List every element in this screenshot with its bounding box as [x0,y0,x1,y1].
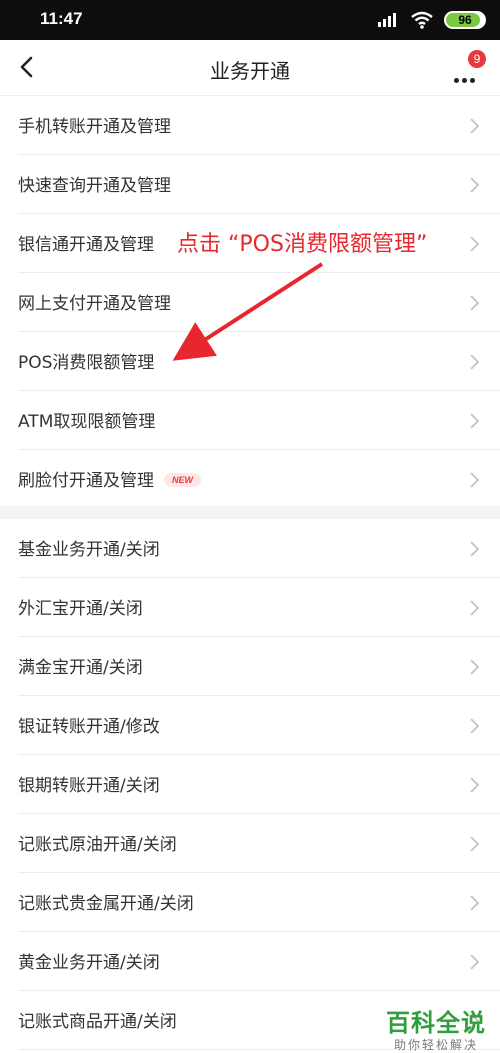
menu-row-label: ATM取现限额管理 [18,407,155,432]
menu-row-text: 刷脸付开通及管理 [18,471,154,491]
menu-row[interactable]: ATM取现限额管理 [18,391,500,450]
menu-row[interactable]: 银证转账开通/修改 [18,696,500,755]
menu-row[interactable]: 黄金业务开通/关闭 [18,932,500,991]
menu-row-label: 手机转账开通及管理 [18,112,171,137]
menu-row-label: POS消费限额管理 [18,348,154,373]
chevron-right-icon [470,895,480,911]
watermark-logo: 百科全说 助你轻松解决 [386,1010,486,1053]
menu-row[interactable]: 基金业务开通/关闭 [18,519,500,578]
status-bar: 11:47 96 [0,0,500,40]
chevron-right-icon [470,718,480,734]
menu-row-text: 记账式原油开通/关闭 [18,835,177,855]
menu-group-1: 手机转账开通及管理 快速查询开通及管理 银信通开通及管理 网上支付开通及管理 POS消费… [0,96,500,509]
chevron-right-icon [470,541,480,557]
annotation-callout: 点击 “POS消费限额管理” [177,232,428,257]
chevron-right-icon [470,413,480,429]
menu-row-label: 银信通开通及管理 [18,230,154,255]
menu-row[interactable]: 满金宝开通/关闭 [18,637,500,696]
status-time: 11:47 [40,9,83,28]
menu-row-label: 记账式原油开通/关闭 [18,830,177,855]
menu-row-label: 银证转账开通/修改 [18,712,160,737]
menu-row[interactable]: 外汇宝开通/关闭 [18,578,500,637]
menu-row-label: 网上支付开通及管理 [18,289,171,314]
new-badge: NEW [164,473,201,487]
menu-row-text: 银期转账开通/关闭 [18,776,160,796]
chevron-right-icon [470,600,480,616]
signal-icon [378,13,396,27]
menu-row-text: 黄金业务开通/关闭 [18,953,160,973]
chevron-right-icon [470,954,480,970]
battery-icon: 96 [444,11,486,29]
menu-row[interactable]: 刷脸付开通及管理 NEW [18,450,500,509]
menu-row-label: 银期转账开通/关闭 [18,771,160,796]
menu-row-text: 银信通开通及管理 [18,235,154,255]
chevron-right-icon [470,177,480,193]
chevron-right-icon [470,777,480,793]
menu-row-text: 手机转账开通及管理 [18,117,171,137]
menu-row-label: 满金宝开通/关闭 [18,653,143,678]
battery-level: 96 [458,13,472,27]
menu-row-text: 外汇宝开通/关闭 [18,599,143,619]
menu-row-text: 满金宝开通/关闭 [18,658,143,678]
menu-row[interactable]: 网上支付开通及管理 [18,273,500,332]
menu-row-text: 基金业务开通/关闭 [18,540,160,560]
menu-row[interactable]: 手机转账开通及管理 [18,96,500,155]
notification-badge: 9 [468,50,486,68]
chevron-right-icon [470,354,480,370]
menu-row[interactable]: POS消费限额管理 [18,332,500,391]
menu-row[interactable]: 记账式贵金属开通/关闭 [18,873,500,932]
wifi-icon [411,11,433,29]
nav-bar: 业务开通 9 [0,40,500,96]
more-dots-icon[interactable] [454,68,478,87]
menu-row-text: ATM取现限额管理 [18,412,156,432]
menu-row-text: 网上支付开通及管理 [18,294,171,314]
menu-row-label: 记账式贵金属开通/关闭 [18,889,194,914]
menu-row-label: 刷脸付开通及管理 NEW [18,466,201,491]
menu-row-label: 外汇宝开通/关闭 [18,594,143,619]
menu-row-label: 快速查询开通及管理 [18,171,171,196]
menu-row[interactable]: 快速查询开通及管理 [18,155,500,214]
page-title: 业务开通 [210,59,290,83]
watermark-sub: 助你轻松解决 [393,1038,478,1052]
menu-row[interactable]: 记账式原油开通/关闭 [18,814,500,873]
section-divider [0,506,500,519]
menu-row-text: POS消费限额管理 [18,353,155,373]
menu-row-text: 银证转账开通/修改 [18,717,160,737]
menu-row-text: 记账式商品开通/关闭 [18,1012,177,1032]
chevron-right-icon [470,295,480,311]
menu-row[interactable]: 银期转账开通/关闭 [18,755,500,814]
chevron-right-icon [470,659,480,675]
menu-row-label: 黄金业务开通/关闭 [18,948,160,973]
menu-row-text: 记账式贵金属开通/关闭 [18,894,194,914]
chevron-right-icon [470,836,480,852]
menu-group-2: 基金业务开通/关闭 外汇宝开通/关闭 满金宝开通/关闭 银证转账开通/修改 银期转账开通… [0,519,500,1050]
menu-row-text: 快速查询开通及管理 [18,176,171,196]
watermark-main: 百科全说 [386,1009,486,1037]
chevron-right-icon [470,118,480,134]
chevron-right-icon [470,236,480,252]
menu-row-label: 基金业务开通/关闭 [18,535,160,560]
chevron-right-icon [470,472,480,488]
menu-row-label: 记账式商品开通/关闭 [18,1007,177,1032]
